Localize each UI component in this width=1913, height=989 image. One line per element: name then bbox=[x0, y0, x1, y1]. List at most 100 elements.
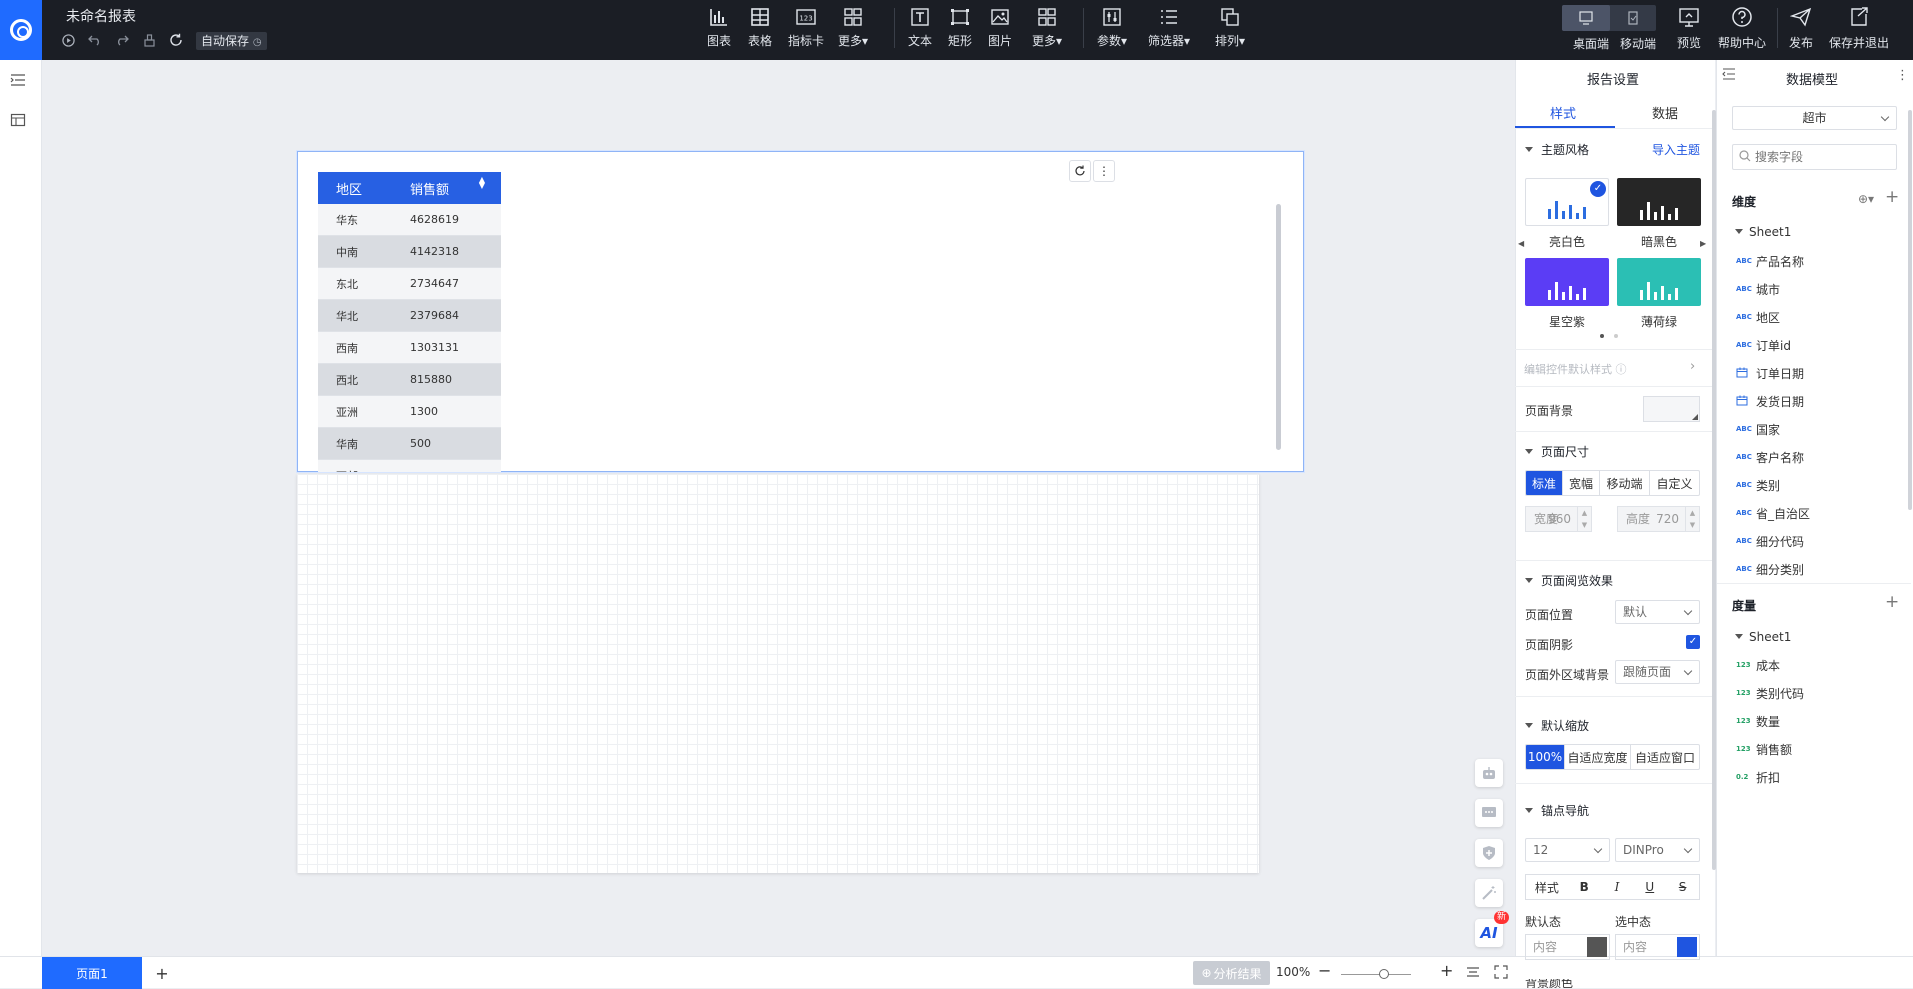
table-row[interactable]: 华南 500 bbox=[318, 428, 501, 460]
shield-plus-icon[interactable] bbox=[1475, 839, 1503, 867]
refresh-widget-icon[interactable] bbox=[1069, 160, 1091, 182]
dimension-field[interactable]: ABC 类别 bbox=[1736, 476, 1780, 494]
rectangle-button[interactable]: 矩形 bbox=[948, 6, 972, 54]
mobile-mode-button[interactable] bbox=[1610, 5, 1656, 31]
import-theme-link[interactable]: 导入主题 bbox=[1652, 141, 1700, 158]
anchor-nav-section-title[interactable]: 锚点导航 bbox=[1525, 802, 1589, 819]
magic-wand-icon[interactable] bbox=[1475, 879, 1503, 907]
measure-field[interactable]: 123 数量 bbox=[1736, 712, 1780, 730]
add-page-button[interactable]: + bbox=[150, 957, 174, 989]
stepper-icon[interactable]: ▲ ▼ bbox=[1577, 507, 1591, 531]
save-exit-button[interactable]: 保存并退出 bbox=[1829, 6, 1889, 54]
measure-field[interactable]: 0.2 折扣 bbox=[1736, 768, 1780, 786]
page-height-input[interactable]: 高度 720 ▲ ▼ bbox=[1617, 506, 1700, 532]
table-header-cell[interactable]: 地区 bbox=[318, 179, 398, 198]
color-swatch[interactable] bbox=[1677, 937, 1697, 957]
color-swatch[interactable] bbox=[1587, 937, 1607, 957]
arrange-button[interactable]: 排列▾ bbox=[1215, 6, 1245, 54]
fullscreen-icon[interactable] bbox=[1494, 965, 1508, 982]
dimension-field[interactable]: 订单日期 bbox=[1736, 364, 1804, 382]
table-row[interactable]: 西北 815880 bbox=[318, 364, 501, 396]
table-widget[interactable]: 地区 销售额 ▲ ▼ 华东 4628619 中南 4142318 东北 2734647 华北 23… bbox=[297, 151, 1304, 472]
kpi-card-button[interactable]: 123 指标卡 bbox=[788, 6, 824, 54]
report-title[interactable]: 未命名报表 bbox=[66, 6, 136, 26]
undo-icon[interactable] bbox=[87, 32, 103, 48]
theme-light-card[interactable]: ✓ bbox=[1525, 178, 1609, 226]
italic-button[interactable]: I bbox=[1601, 880, 1634, 894]
page-size-section-title[interactable]: 页面尺寸 bbox=[1525, 443, 1589, 460]
collapse-panel-icon[interactable] bbox=[1722, 68, 1736, 83]
help-center-button[interactable]: 帮助中心 bbox=[1718, 6, 1766, 54]
outline-icon[interactable] bbox=[10, 73, 26, 90]
dimension-field[interactable]: ABC 城市 bbox=[1736, 280, 1780, 298]
measure-sheet-group[interactable]: Sheet1 bbox=[1735, 630, 1791, 644]
autosave-toggle[interactable]: 自动保存 ◷ bbox=[196, 32, 267, 50]
dimension-field[interactable]: ABC 细分代码 bbox=[1736, 532, 1804, 550]
more-components-button[interactable]: 更多▾ bbox=[838, 6, 868, 54]
data-model-scrollbar[interactable] bbox=[1908, 110, 1912, 510]
parameter-button[interactable]: 参数▾ bbox=[1097, 6, 1127, 54]
stepper-icon[interactable]: ▲ ▼ bbox=[1685, 507, 1699, 531]
zoom-out-button[interactable]: − bbox=[1318, 961, 1331, 980]
theme-mint-card[interactable] bbox=[1617, 258, 1701, 306]
view-effect-section-title[interactable]: 页面阅览效果 bbox=[1525, 572, 1613, 589]
carousel-next-icon[interactable]: ▶ bbox=[1700, 239, 1706, 248]
zoom-option[interactable]: 100% bbox=[1526, 745, 1565, 769]
add-measure-icon[interactable]: + bbox=[1885, 594, 1899, 611]
dimension-field[interactable]: ABC 产品名称 bbox=[1736, 252, 1804, 270]
strikethrough-button[interactable]: S bbox=[1666, 880, 1699, 894]
bold-button[interactable]: B bbox=[1568, 880, 1601, 894]
zoom-slider-thumb[interactable] bbox=[1379, 969, 1389, 979]
page-shadow-checkbox[interactable]: ✓ bbox=[1686, 635, 1700, 649]
filter-button[interactable]: 筛选器▾ bbox=[1148, 6, 1190, 54]
page-tab[interactable]: 页面1 bbox=[42, 957, 142, 989]
underline-button[interactable]: U bbox=[1633, 880, 1666, 894]
table-row[interactable]: 华北 2379684 bbox=[318, 300, 501, 332]
robot-icon[interactable] bbox=[1475, 759, 1503, 787]
ai-assistant-button[interactable]: AI 新 bbox=[1475, 911, 1509, 947]
default-zoom-section-title[interactable]: 默认缩放 bbox=[1525, 717, 1589, 734]
dimension-field[interactable]: 发货日期 bbox=[1736, 392, 1804, 410]
text-button[interactable]: 文本 bbox=[908, 6, 932, 54]
dim-sheet-group[interactable]: Sheet1 bbox=[1735, 225, 1791, 239]
desktop-mode-button[interactable] bbox=[1562, 5, 1610, 31]
selected-state-color[interactable]: 内容 bbox=[1615, 934, 1700, 960]
dimension-field[interactable]: ABC 地区 bbox=[1736, 308, 1780, 326]
theme-purple-card[interactable] bbox=[1525, 258, 1609, 306]
report-page[interactable] bbox=[297, 474, 1259, 873]
fit-width-icon[interactable] bbox=[1466, 965, 1480, 982]
analysis-result-button[interactable]: ⊕ 分析结果 bbox=[1193, 961, 1270, 985]
table-header-cell[interactable]: 销售额 ▲ ▼ bbox=[398, 175, 501, 198]
theme-dark-card[interactable] bbox=[1617, 178, 1701, 226]
edit-default-style-link[interactable]: 编辑控件默认样式 ⓘ bbox=[1524, 361, 1627, 377]
table-row[interactable]: 亚洲 1300 bbox=[318, 396, 501, 428]
redo-icon[interactable] bbox=[114, 32, 130, 48]
data-table-icon[interactable] bbox=[10, 113, 26, 130]
add-dimension-icon[interactable]: + bbox=[1885, 189, 1899, 206]
search-field-input[interactable] bbox=[1755, 150, 1885, 164]
app-logo[interactable] bbox=[0, 0, 42, 60]
dimension-field[interactable]: ABC 订单id bbox=[1736, 336, 1791, 354]
measure-field[interactable]: 123 销售额 bbox=[1736, 740, 1792, 758]
preview-button[interactable]: 预览 bbox=[1677, 6, 1701, 54]
size-option[interactable]: 标准 bbox=[1526, 471, 1563, 495]
image-button[interactable]: 图片 bbox=[988, 6, 1012, 54]
carousel-dot-active[interactable] bbox=[1600, 334, 1604, 338]
size-option[interactable]: 宽幅 bbox=[1563, 471, 1600, 495]
page-position-select[interactable]: 默认 bbox=[1615, 600, 1700, 624]
dimension-field[interactable]: ABC 国家 bbox=[1736, 420, 1780, 438]
tab-data[interactable]: 数据 bbox=[1652, 103, 1678, 122]
table-row[interactable]: 西部 bbox=[318, 460, 501, 472]
page-width-input[interactable]: 宽度 960 ▲ ▼ bbox=[1525, 506, 1592, 532]
tab-style[interactable]: 样式 bbox=[1550, 103, 1576, 122]
chart-button[interactable]: 图表 bbox=[707, 6, 731, 54]
table-row[interactable]: 东北 2734647 bbox=[318, 268, 501, 300]
comment-icon[interactable] bbox=[1475, 799, 1503, 827]
dimension-field[interactable]: ABC 客户名称 bbox=[1736, 448, 1804, 466]
size-option[interactable]: 自定义 bbox=[1650, 471, 1699, 495]
run-icon[interactable] bbox=[60, 32, 76, 48]
dimension-field[interactable]: ABC 省_自治区 bbox=[1736, 504, 1810, 522]
page-bg-color-picker[interactable] bbox=[1643, 396, 1700, 422]
globe-dropdown-icon[interactable]: ⊕▾ bbox=[1858, 192, 1874, 206]
table-row[interactable]: 西南 1303131 bbox=[318, 332, 501, 364]
